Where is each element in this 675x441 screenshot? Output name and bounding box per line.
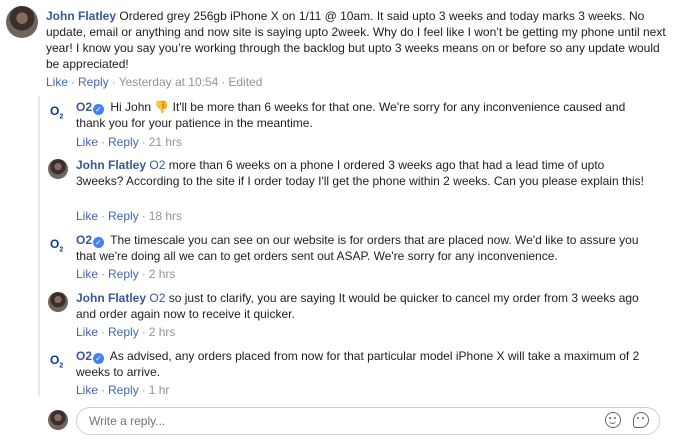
reply-actions: Like · Reply · 2 hrs	[76, 267, 176, 281]
edited-label[interactable]: Edited	[228, 75, 262, 89]
reply-actions: Like · Reply · 18 hrs	[76, 209, 183, 223]
reply-input[interactable]	[87, 413, 571, 429]
thread-line	[38, 96, 40, 396]
reply-actions: Like · Reply · 2 hrs	[76, 325, 176, 339]
reply-text: The timescale you can see on our website…	[76, 233, 639, 263]
sticker-icon[interactable]	[633, 412, 649, 428]
reply-author[interactable]: O2	[76, 100, 92, 114]
comment-author[interactable]: John Flatley	[46, 9, 116, 23]
timestamp[interactable]: 1 hr	[149, 383, 170, 397]
reply-body: O2 ✓ The timescale you can see on our web…	[76, 232, 646, 264]
like-button[interactable]: Like	[76, 383, 98, 397]
comment-body: John Flatley Ordered grey 256gb iPhone X…	[46, 8, 666, 72]
timestamp[interactable]: 2 hrs	[149, 325, 176, 339]
o2-avatar[interactable]: O2	[50, 350, 70, 370]
avatar[interactable]	[6, 6, 38, 38]
emoji-icon[interactable]	[605, 412, 621, 428]
reply-actions: Like · Reply · 21 hrs	[76, 135, 183, 149]
reply-actions: Like · Reply · 1 hr	[76, 383, 170, 397]
verified-badge-icon: ✓	[93, 237, 105, 248]
o2-avatar[interactable]: O2	[50, 234, 70, 254]
reply-body: John Flatley O2 so just to clarify, you …	[76, 290, 646, 322]
reply-author[interactable]: O2	[76, 349, 92, 363]
like-button[interactable]: Like	[76, 325, 98, 339]
comment-text: Ordered grey 256gb iPhone X on 1/11 @ 10…	[46, 9, 666, 71]
reply-button[interactable]: Reply	[78, 75, 109, 89]
reply-button[interactable]: Reply	[108, 325, 139, 339]
reply-button[interactable]: Reply	[108, 209, 139, 223]
reply-body: O2 ✓ As advised, any orders placed from n…	[76, 348, 646, 380]
reply-button[interactable]: Reply	[108, 135, 139, 149]
reply-text: Hi John 👎 It'll be more than 6 weeks for…	[76, 100, 626, 130]
like-button[interactable]: Like	[76, 209, 98, 223]
timestamp[interactable]: 21 hrs	[149, 135, 182, 149]
like-button[interactable]: Like	[76, 135, 98, 149]
avatar[interactable]	[48, 292, 68, 312]
reply-author[interactable]: John Flatley	[76, 158, 146, 172]
reply-text: As advised, any orders placed from now f…	[76, 349, 640, 379]
comment-actions: Like · Reply · Yesterday at 10:54 · Edited	[46, 75, 263, 89]
avatar	[48, 410, 68, 430]
like-button[interactable]: Like	[76, 267, 98, 281]
verified-badge-icon: ✓	[93, 353, 105, 364]
reply-button[interactable]: Reply	[108, 267, 139, 281]
reply-author[interactable]: O2	[76, 233, 92, 247]
reply-body: John Flatley O2 more than 6 weeks on a p…	[76, 157, 646, 189]
timestamp[interactable]: 2 hrs	[149, 267, 176, 281]
reply-button[interactable]: Reply	[108, 383, 139, 397]
reply-body: O2 ✓ Hi John 👎 It'll be more than 6 weeks…	[76, 99, 646, 131]
timestamp[interactable]: Yesterday at 10:54	[119, 75, 219, 89]
mention-link[interactable]: O2	[149, 158, 165, 172]
avatar[interactable]	[48, 159, 68, 179]
reply-composer[interactable]	[76, 407, 660, 435]
verified-badge-icon: ✓	[93, 104, 105, 115]
like-button[interactable]: Like	[46, 75, 68, 89]
timestamp[interactable]: 18 hrs	[149, 209, 182, 223]
mention-link[interactable]: O2	[149, 291, 165, 305]
o2-avatar[interactable]: O2	[50, 101, 70, 121]
reply-author[interactable]: John Flatley	[76, 291, 146, 305]
